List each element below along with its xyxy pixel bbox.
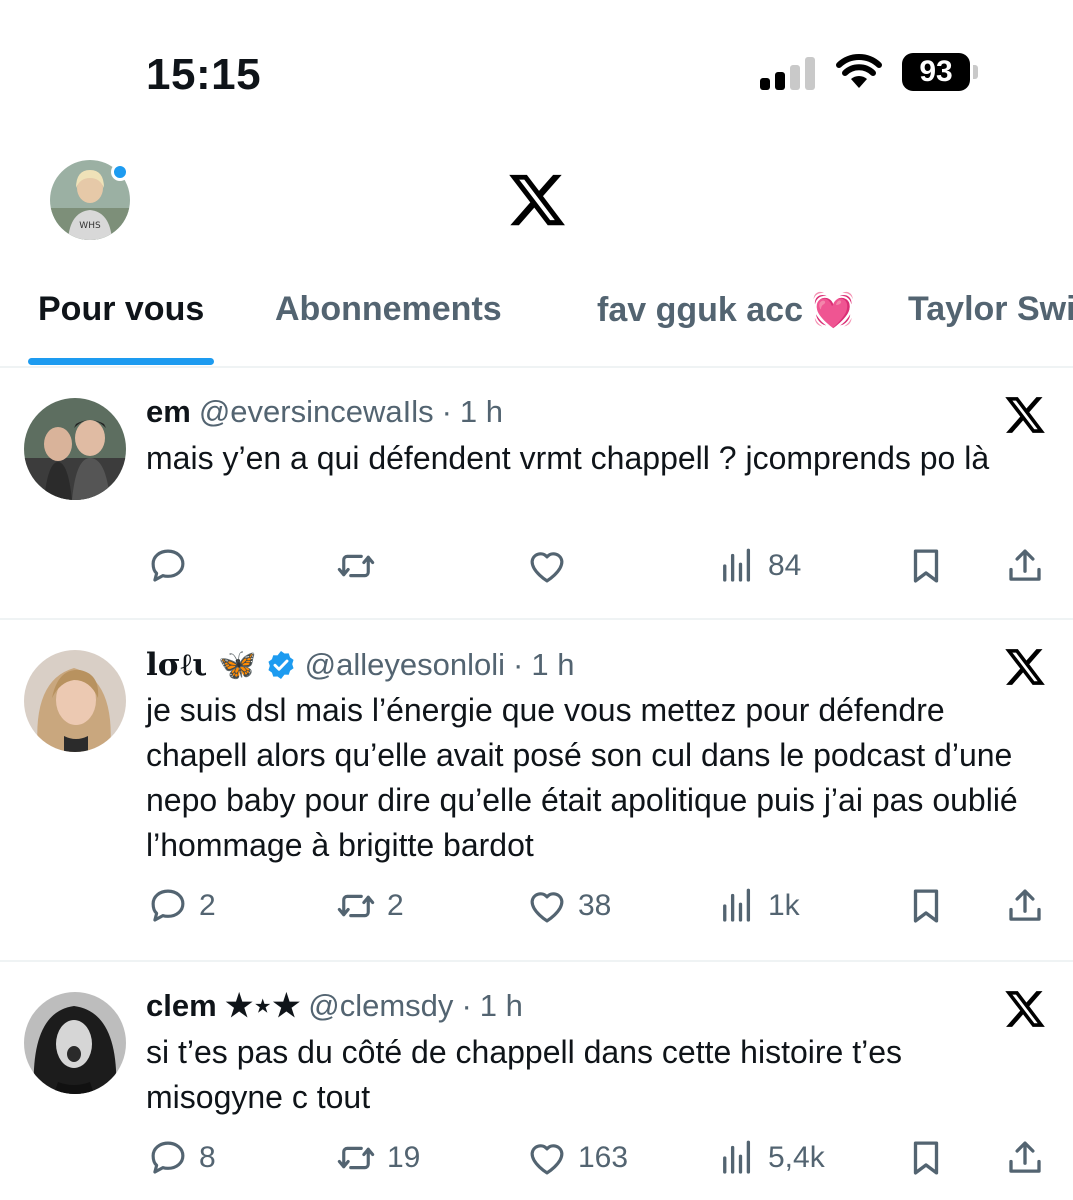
retweet-button[interactable]: 19 bbox=[335, 1136, 420, 1180]
tab-fav-gguk-acc[interactable]: fav gguk acc 💓 bbox=[597, 290, 855, 330]
author-handle[interactable]: @alleyesonloli bbox=[305, 647, 505, 683]
tweet[interactable]: em @eversincewaIls · 1 h mais y’en a qui… bbox=[0, 368, 1073, 620]
tab-pour-vous[interactable]: Pour vous bbox=[38, 290, 204, 329]
tab-abonnements[interactable]: Abonnements bbox=[275, 290, 502, 329]
reply-button[interactable]: 2 bbox=[147, 884, 216, 928]
view-count: 5,4k bbox=[768, 1141, 825, 1174]
tweet[interactable]: lσℓι 🦋 @alleyesonloli · 1 h je suis dsl … bbox=[0, 620, 1073, 962]
heart-icon bbox=[530, 552, 564, 583]
bookmark-icon bbox=[913, 1141, 939, 1175]
like-button[interactable]: 38 bbox=[526, 884, 611, 928]
tweet-header: clem ★⋆★ @clemsdy · 1 h bbox=[146, 988, 523, 1024]
tweet-actions: 2 2 38 1k bbox=[0, 884, 1073, 928]
reply-count: 8 bbox=[199, 1141, 216, 1174]
retweet-count: 19 bbox=[387, 1141, 421, 1174]
tweet-time[interactable]: 1 h bbox=[480, 988, 523, 1024]
share-button[interactable] bbox=[1004, 884, 1046, 928]
bookmark-button[interactable] bbox=[905, 544, 947, 588]
battery-level: 93 bbox=[902, 53, 970, 91]
x-logo-icon[interactable] bbox=[506, 168, 568, 232]
separator-dot: · bbox=[461, 988, 472, 1023]
tweet[interactable]: clem ★⋆★ @clemsdy · 1 h si t’es pas du c… bbox=[0, 962, 1073, 1200]
retweet-button[interactable]: 2 bbox=[335, 884, 404, 928]
tweet-header: em @eversincewaIls · 1 h bbox=[146, 394, 503, 430]
view-count: 84 bbox=[768, 549, 802, 582]
views-icon bbox=[723, 888, 751, 922]
cellular-signal-icon bbox=[760, 56, 816, 90]
views-button[interactable]: 5,4k bbox=[716, 1136, 825, 1180]
views-icon bbox=[723, 548, 751, 582]
reply-icon bbox=[151, 1141, 185, 1174]
author-avatar[interactable] bbox=[24, 650, 126, 752]
separator-dot: · bbox=[513, 646, 524, 682]
status-bar: 15:15 93 bbox=[0, 0, 1073, 130]
share-icon bbox=[1009, 889, 1041, 921]
timeline-tabs: Pour vous Abonnements fav gguk acc 💓 Tay… bbox=[0, 270, 1073, 368]
retweet-icon bbox=[337, 894, 375, 918]
tweet-actions: 8 19 163 5,4k bbox=[0, 1136, 1073, 1180]
like-count: 163 bbox=[578, 1141, 629, 1174]
tab-taylor-swift[interactable]: Taylor Swi bbox=[908, 290, 1073, 329]
tweet-header: lσℓι 🦋 @alleyesonloli · 1 h bbox=[146, 646, 574, 684]
x-logo-icon[interactable] bbox=[1003, 392, 1047, 438]
retweet-count: 2 bbox=[387, 889, 404, 922]
reply-count: 2 bbox=[199, 889, 216, 922]
tweet-text: si t’es pas du côté de chappell dans cet… bbox=[146, 1034, 902, 1115]
tweet-time[interactable]: 1 h bbox=[460, 394, 503, 430]
reply-button[interactable]: 8 bbox=[147, 1136, 216, 1180]
author-avatar[interactable] bbox=[24, 992, 126, 1094]
bookmark-button[interactable] bbox=[905, 1136, 947, 1180]
bookmark-button[interactable] bbox=[905, 884, 947, 928]
views-icon bbox=[723, 1140, 751, 1174]
notification-dot bbox=[111, 163, 129, 181]
reply-icon bbox=[151, 889, 185, 922]
author-avatar[interactable] bbox=[24, 398, 126, 500]
tweet-text: mais y’en a qui défendent vrmt chappell … bbox=[146, 440, 990, 476]
retweet-button[interactable] bbox=[335, 544, 387, 588]
bookmark-icon bbox=[913, 889, 939, 923]
x-logo-icon[interactable] bbox=[1003, 644, 1047, 690]
reply-button[interactable] bbox=[147, 544, 199, 588]
view-count: 1k bbox=[768, 889, 800, 922]
author-handle[interactable]: @eversincewaIls bbox=[199, 394, 434, 430]
battery-nub bbox=[973, 65, 978, 79]
like-button[interactable] bbox=[526, 544, 578, 588]
like-count: 38 bbox=[578, 889, 612, 922]
tweet-actions: 84 bbox=[0, 544, 1073, 588]
heart-icon bbox=[530, 892, 564, 923]
views-button[interactable]: 84 bbox=[716, 544, 801, 588]
share-button[interactable] bbox=[1004, 1136, 1046, 1180]
share-icon bbox=[1009, 549, 1041, 581]
retweet-icon bbox=[337, 1146, 375, 1170]
separator-dot: · bbox=[441, 394, 452, 429]
views-button[interactable]: 1k bbox=[716, 884, 800, 928]
author-name[interactable]: lσℓι 🦋 bbox=[146, 646, 257, 683]
author-handle[interactable]: @clemsdy bbox=[308, 988, 453, 1024]
active-tab-indicator bbox=[28, 358, 214, 365]
like-button[interactable]: 163 bbox=[526, 1136, 628, 1180]
author-name[interactable]: clem ★⋆★ bbox=[146, 988, 300, 1024]
tweet-text: je suis dsl mais l’énergie que vous mett… bbox=[146, 692, 1018, 863]
author-name[interactable]: em bbox=[146, 394, 191, 430]
verified-badge-icon bbox=[268, 650, 294, 679]
x-logo-icon[interactable] bbox=[1003, 986, 1047, 1032]
share-button[interactable] bbox=[1004, 544, 1046, 588]
svg-text:WHS: WHS bbox=[79, 221, 101, 231]
top-header: WHS bbox=[0, 140, 1073, 260]
reply-icon bbox=[151, 549, 185, 582]
share-icon bbox=[1009, 1141, 1041, 1173]
heart-icon bbox=[530, 1144, 564, 1175]
tweet-time[interactable]: 1 h bbox=[531, 647, 574, 683]
status-time: 15:15 bbox=[146, 50, 262, 99]
bookmark-icon bbox=[913, 549, 939, 583]
wifi-icon bbox=[836, 54, 882, 88]
retweet-icon bbox=[337, 554, 375, 578]
